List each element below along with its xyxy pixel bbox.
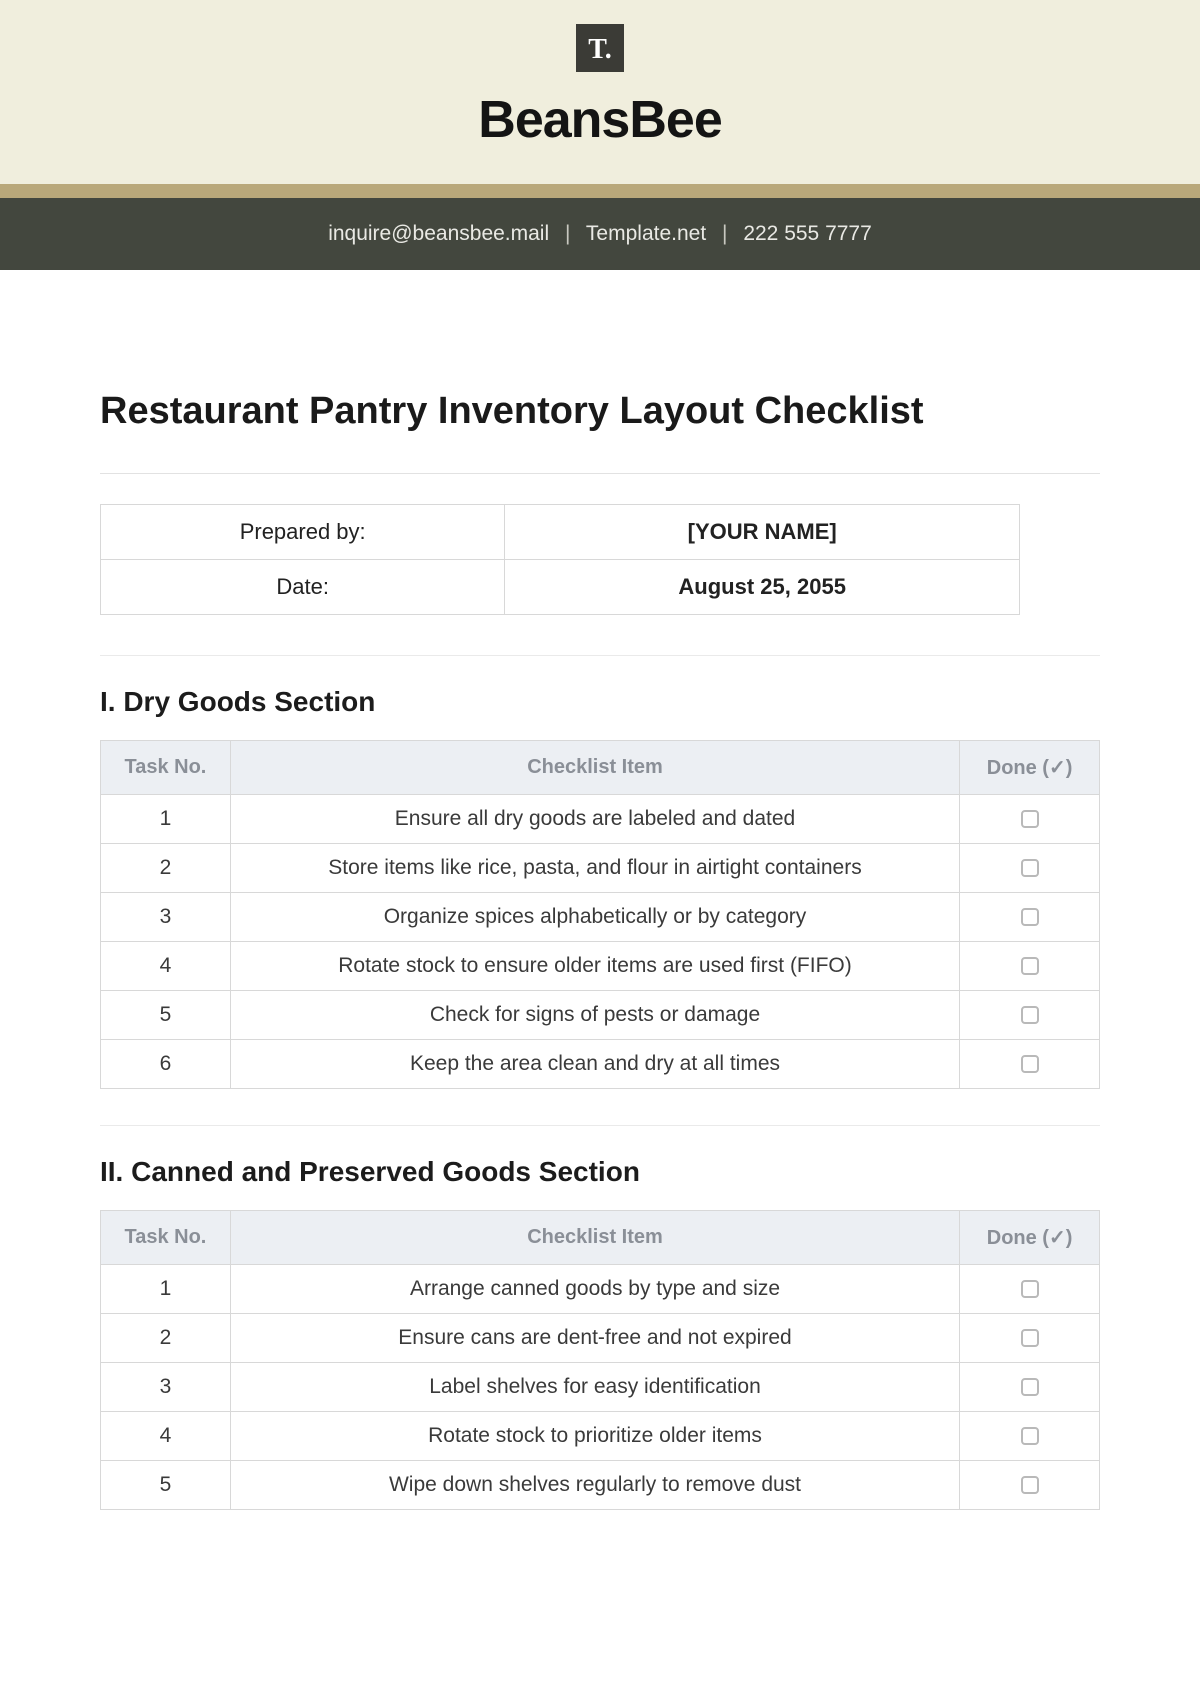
checkbox[interactable] xyxy=(1021,908,1039,926)
checkbox[interactable] xyxy=(1021,810,1039,828)
done-cell xyxy=(960,795,1100,844)
col-task-no: Task No. xyxy=(101,741,231,795)
section-title: I. Dry Goods Section xyxy=(100,686,1100,718)
checkbox[interactable] xyxy=(1021,1476,1039,1494)
done-cell xyxy=(960,893,1100,942)
table-row: 4Rotate stock to prioritize older items xyxy=(101,1412,1100,1461)
done-cell xyxy=(960,1314,1100,1363)
table-row: 3Organize spices alphabetically or by ca… xyxy=(101,893,1100,942)
checkbox[interactable] xyxy=(1021,1055,1039,1073)
document-title: Restaurant Pantry Inventory Layout Check… xyxy=(100,390,1100,433)
table-row: 1Arrange canned goods by type and size xyxy=(101,1265,1100,1314)
logo-icon: T. xyxy=(576,24,624,72)
table-row: 5Wipe down shelves regularly to remove d… xyxy=(101,1461,1100,1510)
checkbox[interactable] xyxy=(1021,1006,1039,1024)
table-row: 4Rotate stock to ensure older items are … xyxy=(101,942,1100,991)
separator-icon: | xyxy=(722,222,727,245)
checklist-item-text: Keep the area clean and dry at all times xyxy=(230,1040,959,1089)
contact-email: inquire@beansbee.mail xyxy=(328,222,549,245)
checklist-table: Task No.Checklist ItemDone (✓)1Arrange c… xyxy=(100,1210,1100,1510)
done-cell xyxy=(960,1461,1100,1510)
table-row: Prepared by: [YOUR NAME] xyxy=(101,505,1020,560)
meta-table: Prepared by: [YOUR NAME] Date: August 25… xyxy=(100,504,1020,615)
done-cell xyxy=(960,1265,1100,1314)
table-row: 3Label shelves for easy identification xyxy=(101,1363,1100,1412)
task-number: 1 xyxy=(101,795,231,844)
checkbox[interactable] xyxy=(1021,1427,1039,1445)
checklist-table: Task No.Checklist ItemDone (✓)1Ensure al… xyxy=(100,740,1100,1089)
col-checklist-item: Checklist Item xyxy=(230,741,959,795)
task-number: 4 xyxy=(101,942,231,991)
divider xyxy=(100,1125,1100,1126)
divider xyxy=(100,655,1100,656)
checklist-item-text: Ensure all dry goods are labeled and dat… xyxy=(230,795,959,844)
task-number: 1 xyxy=(101,1265,231,1314)
task-number: 5 xyxy=(101,991,231,1040)
section-title: II. Canned and Preserved Goods Section xyxy=(100,1156,1100,1188)
separator-icon: | xyxy=(565,222,570,245)
checklist-item-text: Ensure cans are dent-free and not expire… xyxy=(230,1314,959,1363)
task-number: 6 xyxy=(101,1040,231,1089)
task-number: 2 xyxy=(101,844,231,893)
checklist-item-text: Store items like rice, pasta, and flour … xyxy=(230,844,959,893)
checklist-item-text: Label shelves for easy identification xyxy=(230,1363,959,1412)
task-number: 4 xyxy=(101,1412,231,1461)
divider xyxy=(100,473,1100,474)
checklist-item-text: Rotate stock to prioritize older items xyxy=(230,1412,959,1461)
done-cell xyxy=(960,942,1100,991)
date-value: August 25, 2055 xyxy=(505,560,1020,615)
table-row: 6Keep the area clean and dry at all time… xyxy=(101,1040,1100,1089)
col-checklist-item: Checklist Item xyxy=(230,1211,959,1265)
accent-strip xyxy=(0,184,1200,198)
contact-site: Template.net xyxy=(586,222,706,245)
checklist-item-text: Rotate stock to ensure older items are u… xyxy=(230,942,959,991)
document-body: Restaurant Pantry Inventory Layout Check… xyxy=(0,270,1200,1586)
task-number: 3 xyxy=(101,1363,231,1412)
col-done: Done (✓) xyxy=(960,1211,1100,1265)
table-row: Task No.Checklist ItemDone (✓) xyxy=(101,741,1100,795)
checkbox[interactable] xyxy=(1021,859,1039,877)
date-label: Date: xyxy=(101,560,505,615)
checklist-item-text: Organize spices alphabetically or by cat… xyxy=(230,893,959,942)
checkbox[interactable] xyxy=(1021,1329,1039,1347)
checklist-item-text: Check for signs of pests or damage xyxy=(230,991,959,1040)
task-number: 3 xyxy=(101,893,231,942)
header-banner: T. BeansBee xyxy=(0,0,1200,184)
checkbox[interactable] xyxy=(1021,1378,1039,1396)
done-cell xyxy=(960,1412,1100,1461)
contact-bar: inquire@beansbee.mail | Template.net | 2… xyxy=(0,198,1200,270)
table-row: 5Check for signs of pests or damage xyxy=(101,991,1100,1040)
table-row: Date: August 25, 2055 xyxy=(101,560,1020,615)
task-number: 5 xyxy=(101,1461,231,1510)
checkbox[interactable] xyxy=(1021,957,1039,975)
task-number: 2 xyxy=(101,1314,231,1363)
done-cell xyxy=(960,1363,1100,1412)
col-done: Done (✓) xyxy=(960,741,1100,795)
brand-name: BeansBee xyxy=(0,90,1200,150)
table-row: 2Store items like rice, pasta, and flour… xyxy=(101,844,1100,893)
table-row: 2Ensure cans are dent-free and not expir… xyxy=(101,1314,1100,1363)
table-row: Task No.Checklist ItemDone (✓) xyxy=(101,1211,1100,1265)
done-cell xyxy=(960,1040,1100,1089)
done-cell xyxy=(960,991,1100,1040)
checklist-item-text: Wipe down shelves regularly to remove du… xyxy=(230,1461,959,1510)
table-row: 1Ensure all dry goods are labeled and da… xyxy=(101,795,1100,844)
checklist-item-text: Arrange canned goods by type and size xyxy=(230,1265,959,1314)
prepared-by-label: Prepared by: xyxy=(101,505,505,560)
checkbox[interactable] xyxy=(1021,1280,1039,1298)
prepared-by-value: [YOUR NAME] xyxy=(505,505,1020,560)
col-task-no: Task No. xyxy=(101,1211,231,1265)
contact-phone: 222 555 7777 xyxy=(743,222,871,245)
done-cell xyxy=(960,844,1100,893)
